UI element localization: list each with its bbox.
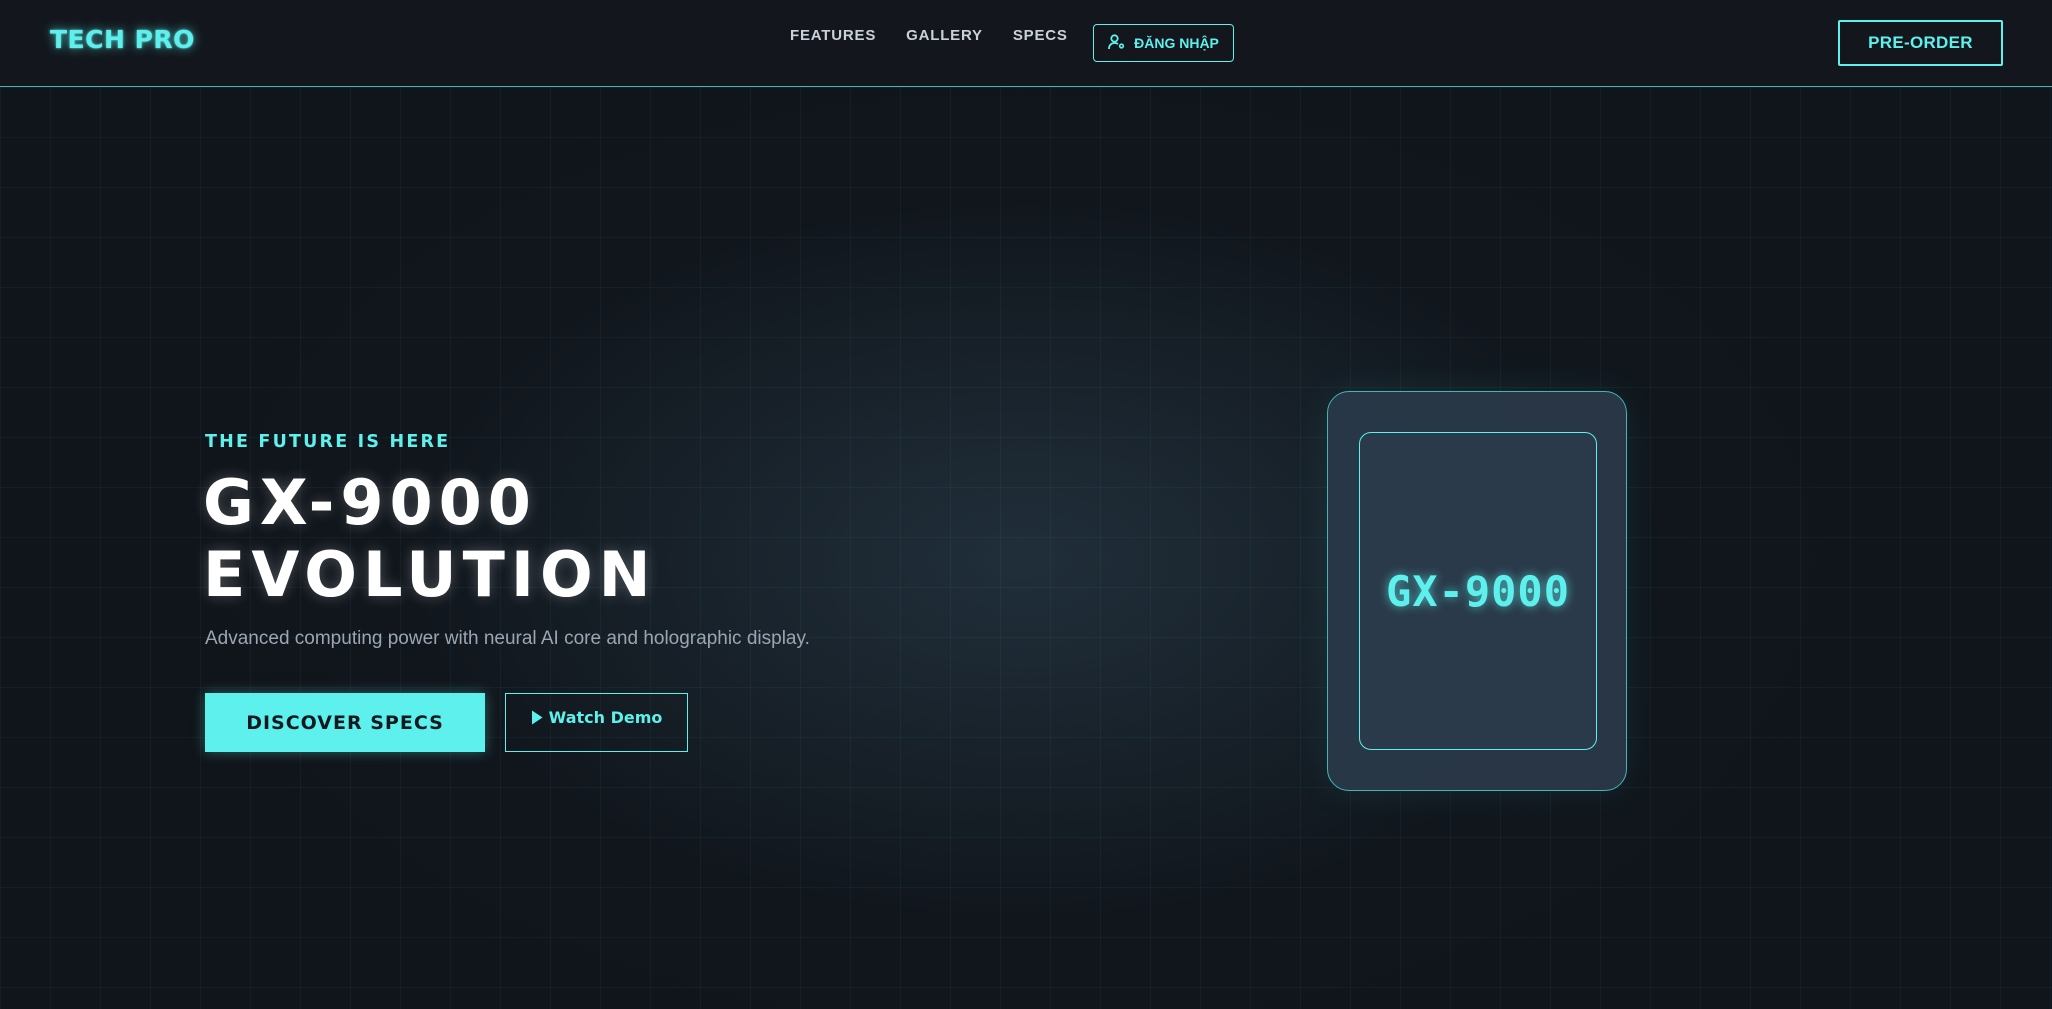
- nav-link-specs[interactable]: SPECS: [1013, 27, 1068, 44]
- hero-title-line-1: GX-9000: [203, 466, 537, 539]
- login-button[interactable]: ĐĂNG NHẬP: [1093, 24, 1234, 62]
- preorder-button[interactable]: PRE-ORDER: [1838, 20, 2003, 66]
- login-label: ĐĂNG NHẬP: [1134, 35, 1219, 51]
- discover-specs-button[interactable]: DISCOVER SPECS: [205, 693, 485, 752]
- page: TECH PRO FEATURES GALLERY SPECS ĐĂNG NHẬ…: [0, 0, 2052, 1009]
- nav-link-features[interactable]: FEATURES: [790, 27, 876, 44]
- play-icon: [531, 708, 543, 729]
- site-header: TECH PRO FEATURES GALLERY SPECS ĐĂNG NHẬ…: [0, 0, 2052, 87]
- logo[interactable]: TECH PRO: [50, 25, 195, 54]
- main-nav: FEATURES GALLERY SPECS: [790, 27, 1068, 44]
- hero-description: Advanced computing power with neural AI …: [205, 628, 810, 649]
- nav-link-gallery[interactable]: GALLERY: [906, 27, 983, 44]
- device-screen: GX-9000: [1359, 432, 1597, 750]
- user-settings-icon: [1108, 33, 1126, 53]
- device-mockup: GX-9000: [1327, 391, 1627, 791]
- device-label: GX-9000: [1385, 566, 1570, 616]
- hero-eyebrow: THE FUTURE IS HERE: [205, 432, 451, 452]
- hero-title-line-2: EVOLUTION: [203, 538, 657, 611]
- watch-demo-button[interactable]: Watch Demo: [505, 693, 688, 752]
- hero-title: GX-9000 EVOLUTION: [203, 467, 657, 611]
- watch-demo-label: Watch Demo: [548, 708, 663, 727]
